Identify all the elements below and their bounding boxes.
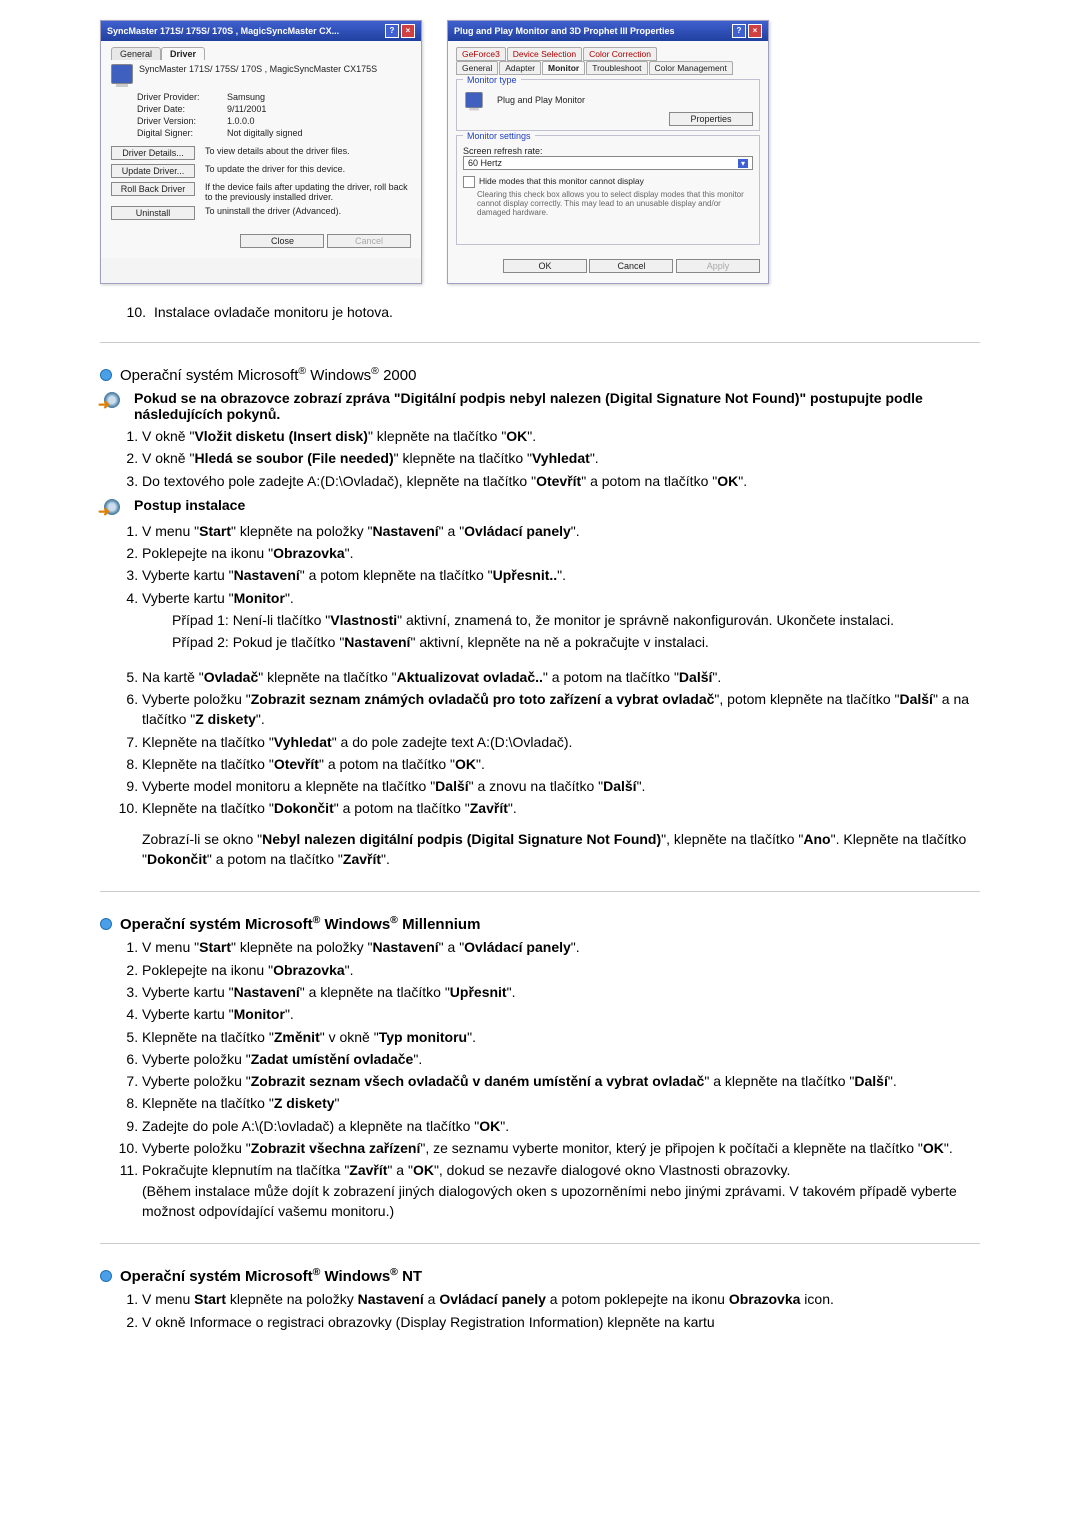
driver-details-button[interactable]: Driver Details...: [111, 146, 195, 160]
step-10-line: 10. Instalace ovladače monitoru je hotov…: [120, 304, 980, 320]
help-icon[interactable]: ?: [385, 24, 399, 38]
install-procedure-heading: Postup instalace: [134, 497, 245, 513]
close-icon[interactable]: ×: [748, 24, 762, 38]
refresh-rate-label: Screen refresh rate:: [463, 146, 753, 156]
heading-winnt: Operační systém Microsoft® Windows® NT: [120, 1266, 422, 1285]
label-signer: Digital Signer:: [137, 128, 227, 138]
winme-steps: V menu "Start" klepněte na položky "Nast…: [100, 937, 980, 1221]
heading-winme: Operační systém Microsoft® Windows® Mill…: [120, 914, 480, 933]
step-number: 10.: [120, 304, 146, 320]
win2000-install-steps: V menu "Start" klepněte na položky "Nast…: [100, 521, 980, 653]
divider: [100, 891, 980, 892]
refresh-rate-dropdown[interactable]: 60 Hertz ▾: [463, 156, 753, 170]
rollback-driver-button[interactable]: Roll Back Driver: [111, 182, 195, 196]
dialog-title: Plug and Play Monitor and 3D Prophet III…: [454, 26, 675, 36]
win2000-sig-steps: V okně "Vložit disketu (Insert disk)" kl…: [100, 426, 980, 491]
win2000-install-steps-cont: Na kartě "Ovladač" klepněte na tlačítko …: [100, 667, 980, 819]
tab-general[interactable]: General: [456, 61, 498, 75]
driver-header: SyncMaster 171S/ 175S/ 170S , MagicSyncM…: [139, 64, 377, 74]
warning-text: Pokud se na obrazovce zobrazí zpráva "Di…: [134, 390, 980, 422]
tab-monitor[interactable]: Monitor: [542, 61, 585, 75]
tab-color-management[interactable]: Color Management: [649, 61, 733, 75]
group-monitor-type: Monitor type: [463, 75, 521, 85]
rollback-driver-desc: If the device fails after updating the d…: [205, 182, 411, 202]
hide-modes-label: Hide modes that this monitor cannot disp…: [479, 176, 644, 186]
value-signer: Not digitally signed: [227, 128, 303, 138]
cancel-button: Cancel: [327, 234, 411, 248]
value-version: 1.0.0.0: [227, 116, 255, 126]
disc-arrow-icon: ➜: [100, 390, 124, 410]
label-provider: Driver Provider:: [137, 92, 227, 102]
uninstall-button[interactable]: Uninstall: [111, 206, 195, 220]
hide-modes-checkbox[interactable]: [463, 176, 475, 188]
winnt-steps: V menu Start klepněte na položky Nastave…: [100, 1289, 980, 1332]
monitor-icon: [465, 92, 483, 108]
tab-general[interactable]: General: [111, 47, 161, 60]
properties-button[interactable]: Properties: [669, 112, 753, 126]
tab-geforce3[interactable]: GeForce3: [456, 47, 506, 61]
label-version: Driver Version:: [137, 116, 227, 126]
monitor-properties-dialog: Plug and Play Monitor and 3D Prophet III…: [447, 20, 769, 284]
bullet-icon: [100, 369, 112, 381]
uninstall-desc: To uninstall the driver (Advanced).: [205, 206, 341, 216]
divider: [100, 342, 980, 343]
help-icon[interactable]: ?: [732, 24, 746, 38]
dialog-title: SyncMaster 171S/ 175S/ 170S , MagicSyncM…: [107, 26, 339, 36]
update-driver-button[interactable]: Update Driver...: [111, 164, 195, 178]
disc-arrow-icon: ➜: [100, 497, 124, 517]
tab-driver[interactable]: Driver: [161, 47, 205, 60]
monitor-icon: [111, 64, 133, 84]
tab-color-correction[interactable]: Color Correction: [583, 47, 657, 61]
close-button[interactable]: Close: [240, 234, 324, 248]
apply-button: Apply: [676, 259, 760, 273]
driver-details-desc: To view details about the driver files.: [205, 146, 350, 156]
tab-troubleshoot[interactable]: Troubleshoot: [586, 61, 647, 75]
label-date: Driver Date:: [137, 104, 227, 114]
driver-properties-dialog: SyncMaster 171S/ 175S/ 170S , MagicSyncM…: [100, 20, 422, 284]
tab-device-selection[interactable]: Device Selection: [507, 47, 582, 61]
monitor-type-value: Plug and Play Monitor: [497, 95, 585, 105]
value-date: 9/11/2001: [227, 104, 266, 114]
refresh-rate-value: 60 Hertz: [468, 158, 502, 168]
group-monitor-settings: Monitor settings: [463, 131, 535, 141]
chevron-down-icon: ▾: [738, 159, 748, 168]
ok-button[interactable]: OK: [503, 259, 587, 273]
hide-modes-note: Clearing this check box allows you to se…: [477, 190, 753, 217]
bullet-icon: [100, 918, 112, 930]
value-provider: Samsung: [227, 92, 265, 102]
bullet-icon: [100, 1270, 112, 1282]
screenshots-row: SyncMaster 171S/ 175S/ 170S , MagicSyncM…: [100, 20, 980, 284]
win2000-note: Zobrazí-li se okno "Nebyl nalezen digitá…: [142, 829, 980, 870]
heading-win2000: Operační systém Microsoft® Windows® 2000: [120, 365, 416, 384]
divider: [100, 1243, 980, 1244]
update-driver-desc: To update the driver for this device.: [205, 164, 345, 174]
tab-adapter[interactable]: Adapter: [499, 61, 541, 75]
cancel-button[interactable]: Cancel: [589, 259, 673, 273]
step-text: Instalace ovladače monitoru je hotova.: [154, 304, 393, 320]
close-icon[interactable]: ×: [401, 24, 415, 38]
